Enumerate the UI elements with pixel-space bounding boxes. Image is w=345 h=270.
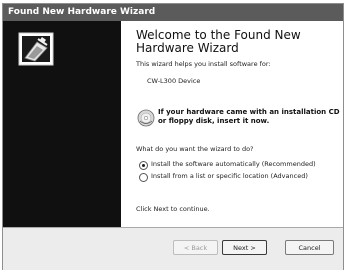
wizard-window: Found New Hardware Wizard Welcome to the…: [2, 3, 344, 270]
cd-notice-line-1: If your hardware came with an installati…: [158, 108, 340, 116]
radio-selected[interactable]: [139, 161, 148, 170]
cancel-button[interactable]: Cancel: [285, 240, 334, 255]
device-name: CW-L300 Device: [147, 77, 201, 85]
wizard-question: What do you want the wizard to do?: [136, 145, 254, 153]
button-bar: < Back Next > Cancel: [3, 227, 343, 270]
next-button[interactable]: Next >: [222, 240, 267, 255]
option-label: Install from a list or specific location…: [151, 172, 308, 180]
intro-text: This wizard helps you install software f…: [136, 60, 271, 68]
continue-hint: Click Next to continue.: [136, 205, 210, 213]
hardware-wizard-icon: [18, 32, 54, 66]
option-label: Install the software automatically (Reco…: [151, 160, 316, 168]
cd-notice: If your hardware came with an installati…: [158, 108, 340, 126]
cd-notice-line-2: or floppy disk, insert it now.: [158, 117, 270, 125]
back-button[interactable]: < Back: [173, 240, 218, 255]
wizard-sidebar: [3, 21, 121, 227]
wizard-content: Welcome to the Found New Hardware Wizard…: [121, 21, 343, 227]
wizard-heading: Welcome to the Found New Hardware Wizard: [136, 28, 301, 55]
cd-icon: [137, 109, 155, 127]
window-title: Found New Hardware Wizard: [3, 4, 343, 21]
radio-unselected[interactable]: [139, 173, 148, 182]
